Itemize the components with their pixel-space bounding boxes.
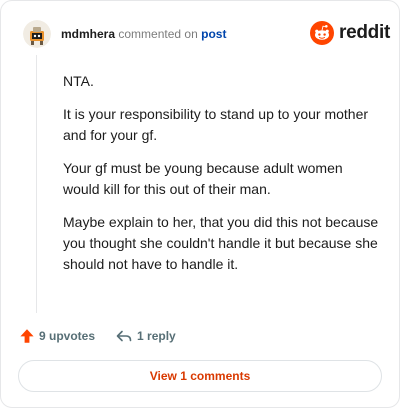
post-link[interactable]: post [201, 27, 226, 41]
reddit-snoo-icon [310, 21, 334, 45]
user-avatar-icon [23, 20, 51, 48]
thread-line [36, 55, 37, 313]
reply-button[interactable]: 1 reply [115, 328, 176, 344]
reply-count: 1 reply [137, 329, 176, 343]
brand-wordmark: reddit [339, 22, 390, 43]
comment-paragraph: It is your responsibility to stand up to… [63, 106, 369, 143]
reply-arrow-icon [116, 330, 132, 342]
comment-paragraph: Maybe explain to her, that you did this … [63, 214, 379, 272]
comment-paragraph: Your gf must be young because adult wome… [63, 160, 343, 197]
comment-verb: commented on [118, 27, 198, 41]
comment-meta: mdmhera commented on post [61, 27, 226, 42]
upvote-arrow-icon [20, 329, 34, 343]
comment-body: NTA. It is your responsibility to stand … [63, 71, 379, 287]
username[interactable]: mdmhera [61, 27, 115, 41]
comment-actions: 9 upvotes 1 reply [19, 326, 176, 346]
comment-paragraph: NTA. [63, 73, 94, 89]
upvote-count: 9 upvotes [39, 329, 96, 343]
avatar[interactable] [23, 20, 51, 48]
reddit-logo[interactable]: reddit [310, 21, 390, 45]
comment-card: mdmhera commented on post reddit NTA. It… [0, 0, 400, 408]
view-comments-button[interactable]: View 1 comments [18, 360, 382, 392]
upvote-button[interactable]: 9 upvotes [19, 328, 95, 344]
